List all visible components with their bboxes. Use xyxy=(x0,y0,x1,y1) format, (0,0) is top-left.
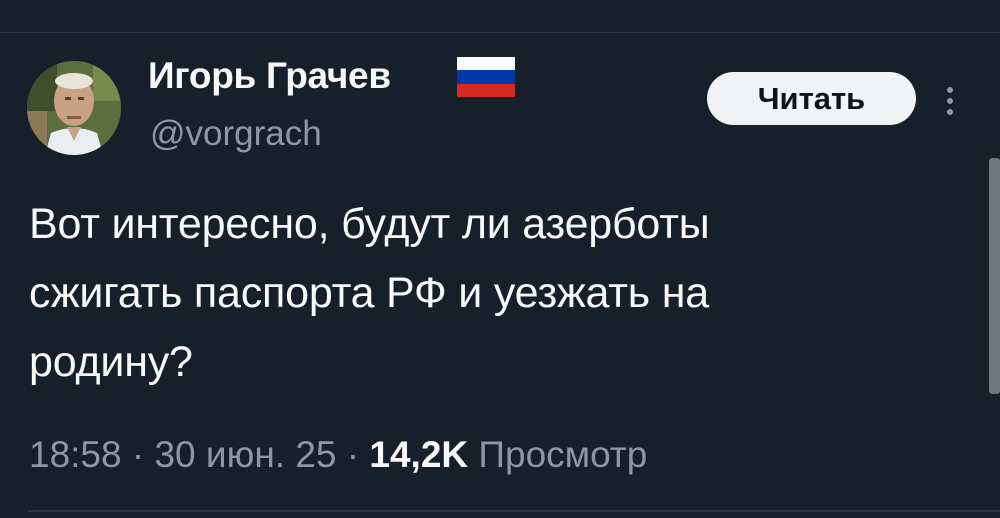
tweet-text-line: сжигать паспорта РФ и уезжать на xyxy=(29,269,710,317)
author-handle[interactable]: @vorgrach xyxy=(150,113,322,155)
tweet-text-line: Вот интересно, будут ли азерботы xyxy=(29,200,710,248)
meta-separator: · xyxy=(346,434,370,475)
views-label: Просмотр xyxy=(468,434,648,475)
tweet-text-line: родину? xyxy=(29,338,193,386)
meta-separator: · xyxy=(131,434,155,475)
russia-flag-icon xyxy=(457,57,515,97)
views-count: 14,2K xyxy=(369,434,469,475)
author-display-name[interactable]: Игорь Грачев xyxy=(148,54,391,98)
tweet-text: Вот интересно, будут ли азерботы сжигать… xyxy=(29,190,974,397)
person-photo-avatar xyxy=(27,61,121,155)
bottom-divider xyxy=(28,510,1000,512)
scrollbar[interactable] xyxy=(989,158,1000,394)
tweet-meta: 18:58 · 30 июн. 25 · 14,2K Просмотр xyxy=(29,432,647,478)
tweet-time[interactable]: 18:58 xyxy=(29,434,122,475)
vertical-ellipsis-icon[interactable] xyxy=(938,82,962,122)
author-avatar[interactable] xyxy=(27,61,121,155)
top-divider xyxy=(0,32,1000,33)
tweet-date[interactable]: 30 июн. 25 xyxy=(154,434,336,475)
follow-button[interactable]: Читать xyxy=(707,72,916,125)
